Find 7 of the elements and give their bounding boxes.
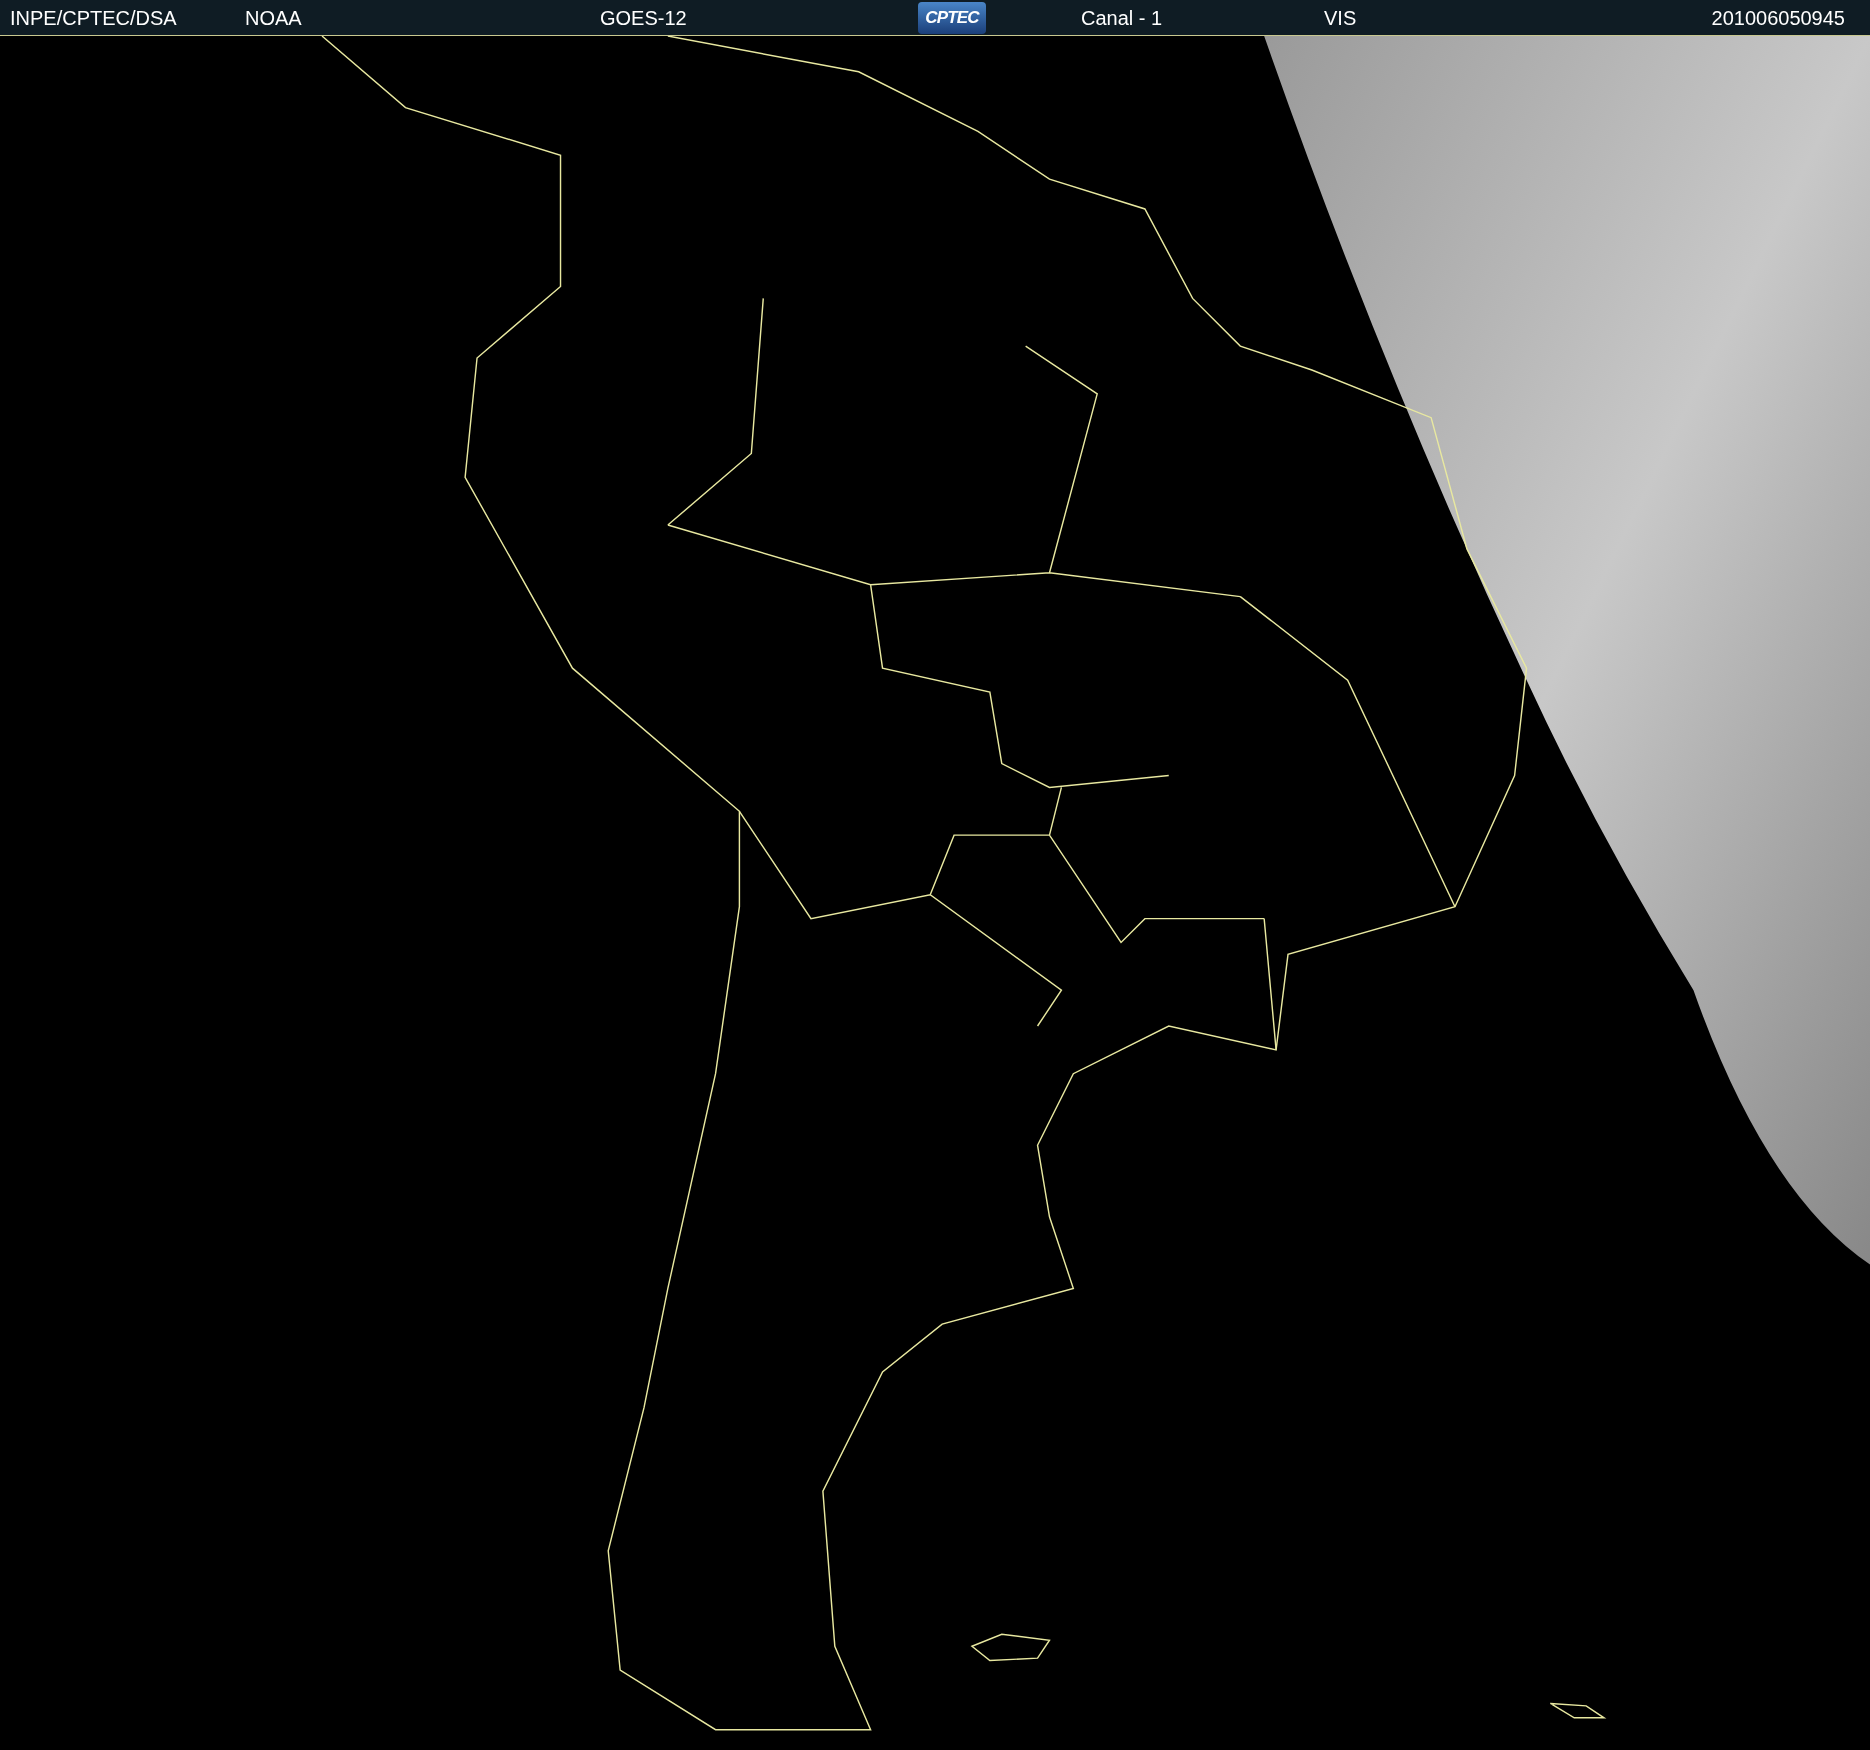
timestamp-label: 201006050945 [1711, 5, 1845, 31]
logo: CPTEC [918, 1, 986, 34]
source-label: INPE/CPTEC/DSA [10, 5, 178, 31]
band-label: VIS [1324, 5, 1357, 31]
satellite-label: GOES-12 [600, 5, 688, 31]
agency-label: NOAA [245, 5, 303, 31]
channel-label: Canal - 1 [1081, 5, 1164, 31]
